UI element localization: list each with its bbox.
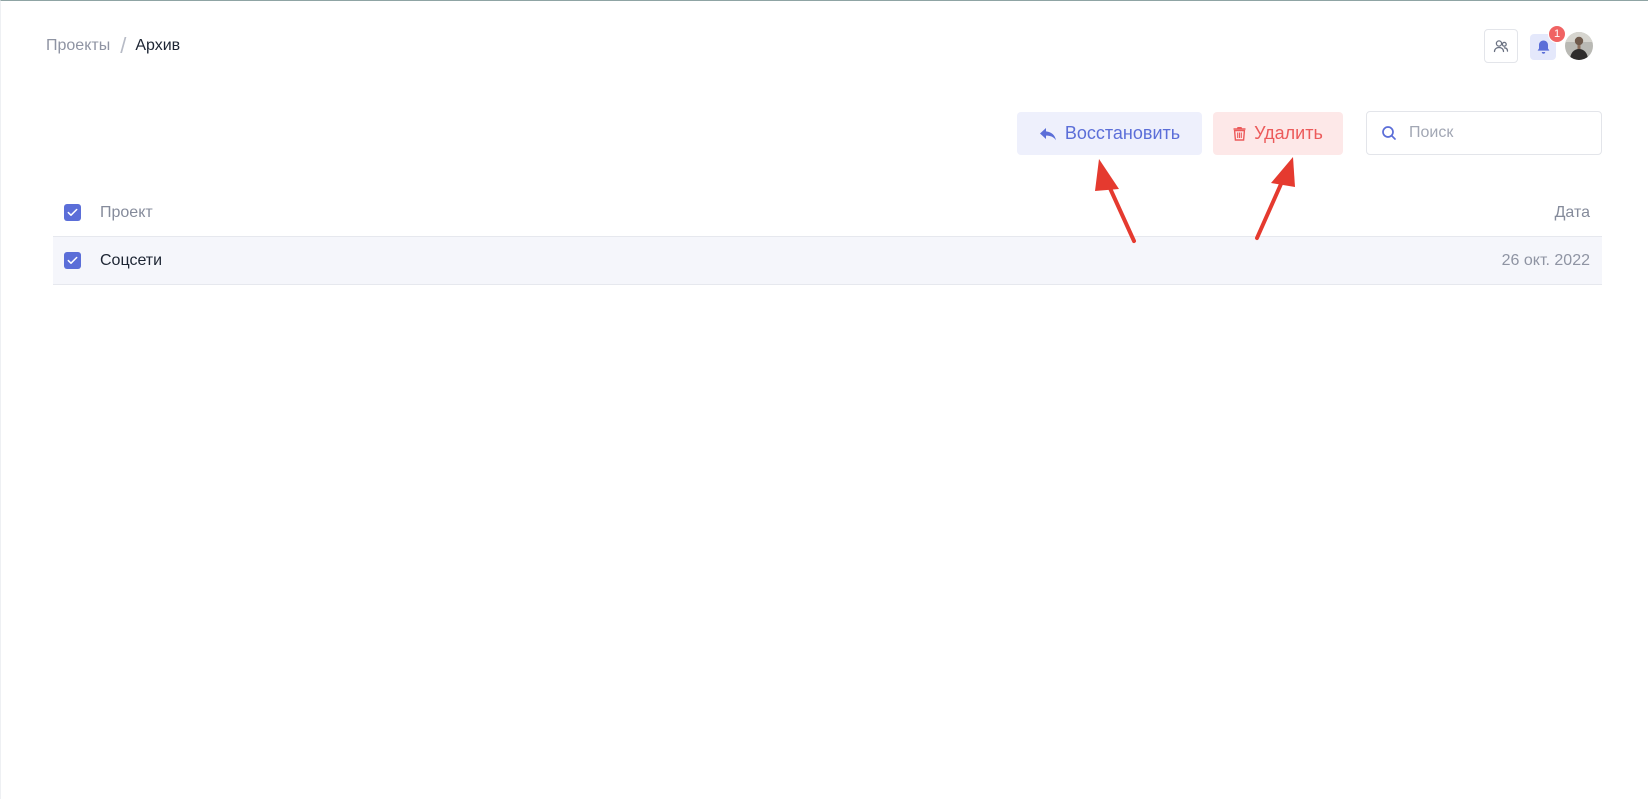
search-icon	[1382, 126, 1396, 140]
table-row[interactable]: Соцсети 26 окт. 2022	[53, 237, 1602, 285]
breadcrumb-projects-link[interactable]: Проекты	[46, 37, 110, 55]
search-box[interactable]	[1366, 111, 1602, 155]
column-header-project[interactable]: Проект	[100, 204, 1555, 222]
restore-button-label: Восстановить	[1064, 123, 1181, 143]
column-header-date[interactable]: Дата	[1555, 204, 1590, 222]
users-icon	[1493, 40, 1509, 53]
delete-button-label: Удалить	[1254, 123, 1323, 143]
select-all-checkbox[interactable]	[64, 204, 81, 221]
search-input[interactable]	[1407, 123, 1591, 143]
breadcrumb-separator: /	[120, 33, 127, 58]
user-avatar[interactable]	[1565, 32, 1593, 60]
team-members-button[interactable]	[1484, 29, 1518, 63]
checkmark-icon	[67, 208, 78, 216]
checkmark-icon	[67, 256, 78, 264]
row-project-name: Соцсети	[100, 251, 163, 269]
trash-icon	[1233, 127, 1246, 141]
breadcrumb: Проекты / Архив	[46, 33, 181, 58]
row-checkbox[interactable]	[64, 252, 81, 269]
avatar-image	[1565, 32, 1593, 60]
bell-icon	[1537, 40, 1549, 54]
delete-button[interactable]: Удалить	[1213, 112, 1343, 155]
reply-arrow-icon	[1039, 127, 1056, 140]
archive-table: Проект Дата Соцсети 26 окт. 2022	[53, 189, 1602, 285]
archive-page: Проекты / Архив 1 Восстановить Удалить П…	[0, 0, 1648, 799]
restore-button[interactable]: Восстановить	[1017, 112, 1202, 155]
row-date: 26 окт. 2022	[1501, 251, 1590, 269]
notification-count-badge: 1	[1548, 25, 1566, 43]
table-header-row: Проект Дата	[53, 189, 1602, 237]
breadcrumb-current: Архив	[135, 37, 181, 54]
